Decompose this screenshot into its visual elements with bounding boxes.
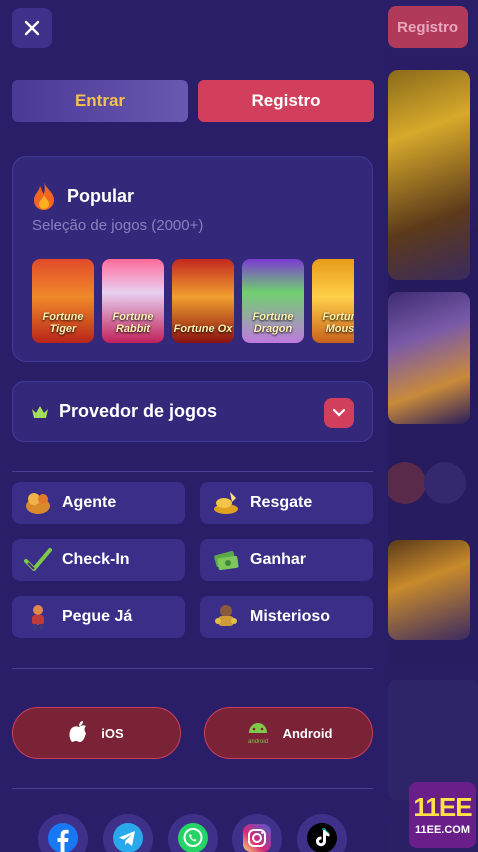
menu-item-checkin[interactable]: Check-In: [12, 539, 185, 581]
brand-logo: 11EE 11EE.COM: [409, 782, 476, 848]
tiktok-icon: [307, 823, 337, 852]
fire-icon: [34, 182, 54, 210]
provider-expand-button[interactable]: [324, 398, 354, 428]
close-icon: [24, 20, 40, 36]
game-thumb-tiger[interactable]: Fortune Tiger: [32, 259, 94, 343]
game-thumb-mouse[interactable]: Fortune Mouse: [312, 259, 354, 343]
instagram-button[interactable]: [232, 814, 282, 852]
menu-label: Resgate: [250, 494, 313, 511]
menu-item-misterioso[interactable]: Misterioso: [200, 596, 373, 638]
crown-icon: [32, 405, 48, 418]
facebook-icon: [48, 823, 78, 852]
divider: [12, 471, 373, 472]
whatsapp-button[interactable]: [168, 814, 218, 852]
background-page: Registro: [384, 0, 478, 852]
menu-item-pegue-ja[interactable]: Pegue Já: [12, 596, 185, 638]
close-button[interactable]: [12, 8, 52, 48]
background-register-button[interactable]: Registro: [388, 6, 468, 48]
android-download-button[interactable]: android Android: [204, 707, 373, 759]
menu-item-resgate[interactable]: Resgate: [200, 482, 373, 524]
provider-dropdown[interactable]: Provedor de jogos: [12, 381, 373, 442]
popular-card[interactable]: Popular Seleção de jogos (2000+) Fortune…: [12, 156, 373, 362]
game-title: Fortune Ox: [173, 323, 233, 335]
game-thumb-ox[interactable]: Fortune Ox: [172, 259, 234, 343]
login-button[interactable]: Entrar: [12, 80, 188, 122]
checkmark-icon: [24, 548, 52, 571]
game-thumb-rabbit[interactable]: Fortune Rabbit: [102, 259, 164, 343]
tiktok-button[interactable]: [297, 814, 347, 852]
side-drawer: Entrar Registro Popular Seleção de jogos…: [0, 0, 388, 852]
divider: [12, 788, 373, 789]
whatsapp-icon: [178, 823, 208, 852]
gold-coins-icon: [214, 492, 238, 514]
background-game-tile[interactable]: [388, 540, 470, 640]
svg-text:android: android: [248, 739, 268, 745]
agent-icon: [26, 493, 50, 514]
game-title: Fortune Mouse: [322, 311, 354, 335]
popular-subtitle: Seleção de jogos (2000+): [32, 217, 204, 234]
menu-item-agente[interactable]: Agente: [12, 482, 185, 524]
background-game-tile[interactable]: [388, 70, 470, 280]
divider: [12, 668, 373, 669]
popular-games-strip: Fortune Tiger Fortune Rabbit Fortune Ox …: [32, 259, 354, 343]
menu-label: Pegue Já: [62, 608, 133, 625]
menu-label: Agente: [62, 494, 117, 511]
menu-label: Misterioso: [250, 608, 331, 625]
background-icon-circle[interactable]: [384, 462, 426, 504]
chevron-down-icon: [332, 408, 346, 417]
menu-item-ganhar[interactable]: Ganhar: [200, 539, 373, 581]
character-icon: [32, 605, 44, 630]
brand-logo-domain: 11EE.COM: [414, 824, 471, 836]
login-label: Entrar: [74, 91, 126, 110]
background-search-circle[interactable]: [424, 462, 466, 504]
game-title: Fortune Dragon: [252, 311, 294, 335]
ios-label: iOS: [101, 725, 124, 741]
menu-label: Check-In: [62, 551, 130, 568]
instagram-icon: [243, 824, 271, 852]
background-game-tile[interactable]: [388, 292, 470, 424]
facebook-button[interactable]: [38, 814, 88, 852]
menu-label: Ganhar: [250, 551, 307, 568]
register-label: Registro: [251, 91, 321, 110]
provider-label: Provedor de jogos: [59, 401, 218, 421]
ios-download-button[interactable]: iOS: [12, 707, 181, 759]
money-icon: [214, 551, 239, 571]
android-label: Android: [282, 725, 333, 741]
game-thumb-dragon[interactable]: Fortune Dragon: [242, 259, 304, 343]
telegram-icon: [113, 823, 143, 852]
register-button[interactable]: Registro: [198, 80, 374, 122]
telegram-button[interactable]: [103, 814, 153, 852]
popular-title: Popular: [67, 185, 135, 206]
game-title: Fortune Rabbit: [112, 311, 154, 335]
game-title: Fortune Tiger: [42, 311, 84, 335]
mystery-character-icon: [215, 605, 237, 626]
brand-logo-text: 11EE: [413, 792, 472, 822]
apple-icon: [69, 721, 87, 742]
android-icon: android: [248, 723, 268, 745]
